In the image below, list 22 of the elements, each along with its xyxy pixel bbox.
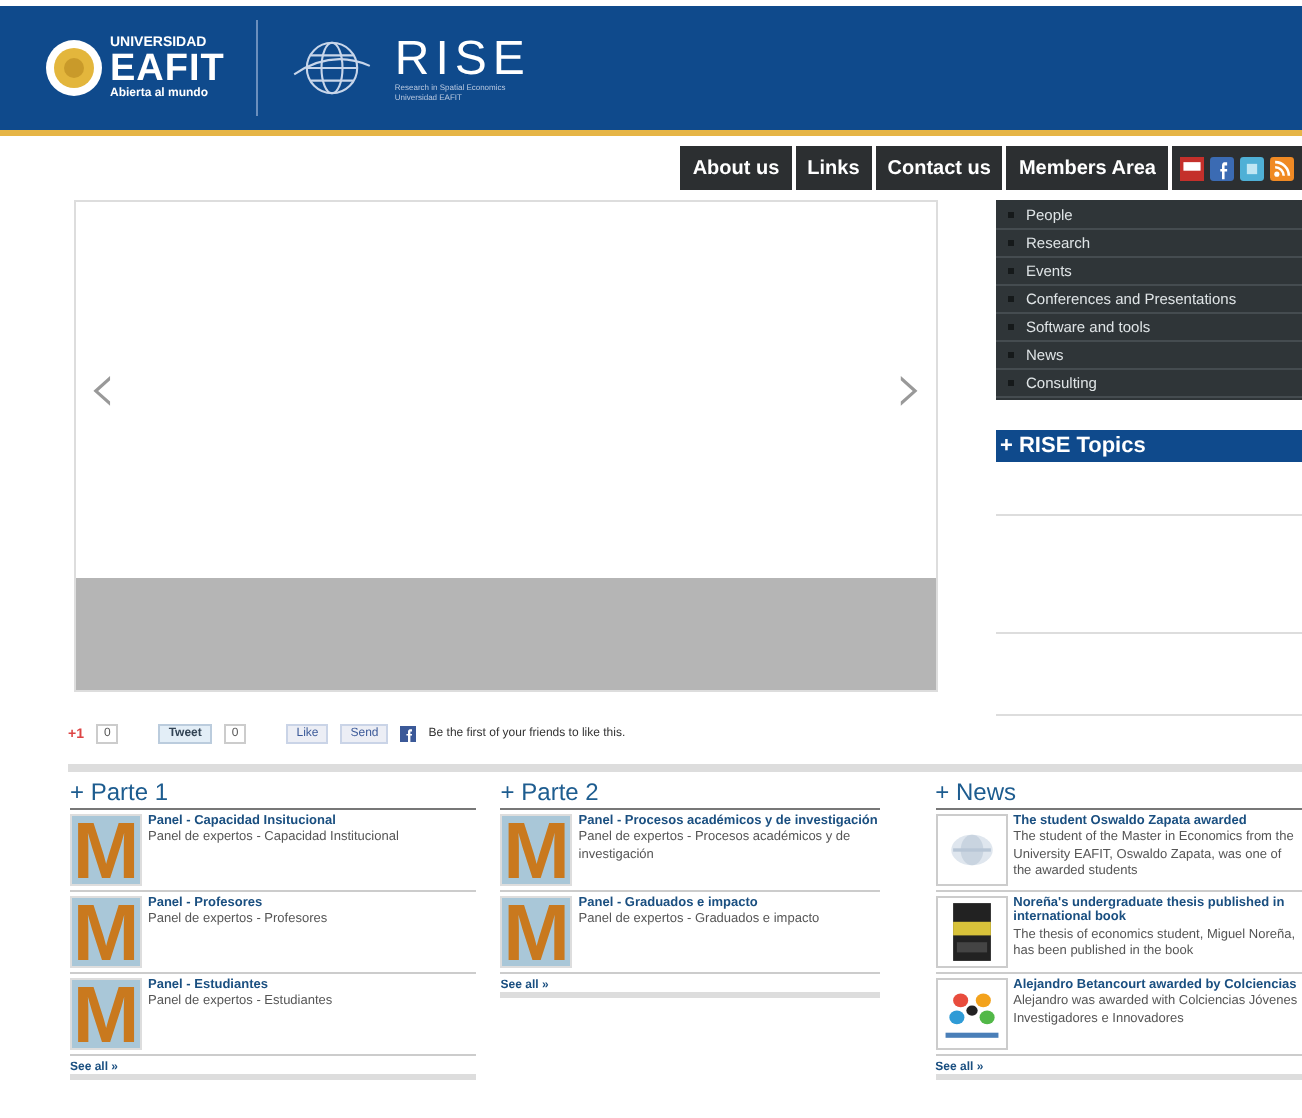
thumbnail: M: [500, 814, 573, 886]
rss-icon[interactable]: [1270, 155, 1294, 181]
thumbnail: M: [70, 814, 142, 886]
brand-title: RISE: [394, 34, 531, 85]
nav-link[interactable]: Members Area: [1006, 146, 1168, 190]
topics-header: + RISE Topics: [996, 430, 1302, 462]
nav-link[interactable]: Contact us: [875, 146, 1003, 190]
twitter-icon[interactable]: [1240, 155, 1264, 181]
seal-icon: [44, 38, 104, 98]
section-title: + Parte 2: [500, 778, 880, 810]
thumbnail: M: [70, 896, 142, 968]
logo-text: EAFIT: [110, 50, 225, 88]
globe-icon: [290, 36, 375, 100]
nav-link[interactable]: About us: [680, 146, 792, 190]
thumbnail: M: [500, 896, 573, 968]
section-title: + News: [935, 778, 1302, 810]
facebook-icon: [400, 726, 417, 742]
facebook-icon[interactable]: [1210, 155, 1234, 181]
section-title: + Parte 1: [70, 778, 477, 810]
nav-link[interactable]: Links: [795, 146, 872, 190]
thumbnail: M: [70, 978, 142, 1050]
youtube-icon[interactable]: [1180, 155, 1204, 181]
